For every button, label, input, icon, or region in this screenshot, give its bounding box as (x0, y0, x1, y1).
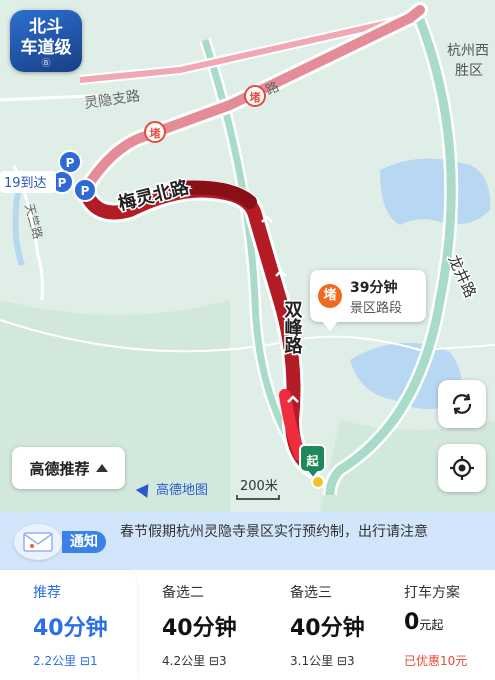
traffic-light-icon: ⊟ (336, 654, 347, 668)
map-canvas[interactable]: 灵隐支路 梅灵北路 路 天竺路 杭州西 胜区 龙井路 双峰路 堵 堵 P P P… (0, 0, 495, 512)
recommend-label: 高德推荐 (29, 459, 90, 478)
refresh-button[interactable] (438, 380, 486, 428)
notice-tag: 通知 (62, 531, 106, 553)
route-option-alt3[interactable]: 备选三 40分钟 3.1公里 ⊟3 (290, 570, 400, 680)
scale-label: 200米 (240, 479, 278, 494)
callout-time: 39分钟 (350, 280, 398, 296)
beidou-lane-badge[interactable]: 北斗 车道级 Ⓑ (10, 10, 82, 72)
route-label: 备选三 (290, 585, 332, 601)
svg-text:堵: 堵 (250, 90, 261, 104)
traffic-light-icon: ⊟ (79, 654, 90, 668)
congestion-sign-2: 堵 (244, 85, 266, 107)
refresh-icon (452, 393, 472, 415)
notice-text: 春节假期杭州灵隐寺景区实行预约制，出行请注意 (120, 524, 428, 540)
parking-icon[interactable]: P (73, 178, 97, 202)
road-label-district-2: 胜区 (455, 63, 483, 79)
amap-arrow-icon (135, 479, 155, 498)
badge-line3: Ⓑ (41, 59, 51, 69)
route-options: 推荐 40分钟 2.2公里 ⊟1 备选二 40分钟 4.2公里 ⊟3 备选三 4… (0, 570, 495, 680)
arrive-label: 19到达 (0, 171, 56, 193)
congestion-sign-1: 堵 (144, 121, 166, 143)
badge-line1: 北斗 (29, 17, 63, 37)
route-option-recommended[interactable]: 推荐 40分钟 2.2公里 ⊟1 (0, 570, 137, 680)
svg-text:P: P (81, 184, 90, 198)
locate-button[interactable] (438, 444, 486, 492)
road-label-shuangfeng: 双峰路 (282, 300, 303, 355)
traffic-light-icon: ⊟ (208, 654, 219, 668)
locate-icon (450, 456, 474, 480)
route-label: 打车方案 (404, 585, 460, 601)
recommend-dropdown[interactable]: 高德推荐 (12, 447, 125, 489)
route-time: 40分钟 (162, 616, 237, 641)
road-label-district: 杭州西 (447, 43, 489, 59)
route-option-taxi[interactable]: 打车方案 0元起 已优惠10元 (404, 570, 492, 680)
svg-text:堵: 堵 (150, 126, 161, 140)
amap-logo-text: 高德地图 (156, 483, 209, 498)
svg-text:19到达: 19到达 (4, 176, 47, 191)
callout-tail (322, 321, 338, 331)
envelope-icon (14, 524, 62, 560)
badge-line2: 车道级 (20, 38, 72, 58)
svg-text:P: P (66, 156, 75, 170)
svg-text:起: 起 (305, 453, 319, 468)
scale-bar: 200米 (236, 475, 280, 500)
route-distance: 3.1公里 ⊟3 (290, 654, 355, 668)
callout-desc: 景区路段 (350, 301, 403, 316)
route-label: 推荐 (33, 585, 61, 601)
route-distance: 4.2公里 ⊟3 (162, 654, 227, 668)
parking-icon[interactable]: P (58, 150, 82, 174)
congestion-callout[interactable]: 堵 39分钟 景区路段 (310, 270, 426, 331)
route-option-alt2[interactable]: 备选二 40分钟 4.2公里 ⊟3 (162, 570, 272, 680)
taxi-price: 0元起 (404, 610, 444, 635)
route-panel: 通知 春节假期杭州灵隐寺景区实行预约制，出行请注意 推荐 40分钟 2.2公里 … (0, 512, 495, 680)
svg-text:P: P (58, 176, 67, 190)
route-time: 40分钟 (33, 616, 108, 641)
congestion-icon: 堵 (318, 284, 342, 308)
route-time: 40分钟 (290, 616, 365, 641)
notice-bar[interactable]: 通知 春节假期杭州灵隐寺景区实行预约制，出行请注意 (0, 512, 495, 570)
taxi-discount: 已优惠10元 (404, 654, 468, 668)
amap-logo: 高德地图 (135, 479, 209, 498)
scale-line (236, 495, 280, 500)
route-label: 备选二 (162, 585, 204, 601)
route-distance: 2.2公里 ⊟1 (33, 654, 98, 668)
caret-up-icon (95, 464, 108, 472)
